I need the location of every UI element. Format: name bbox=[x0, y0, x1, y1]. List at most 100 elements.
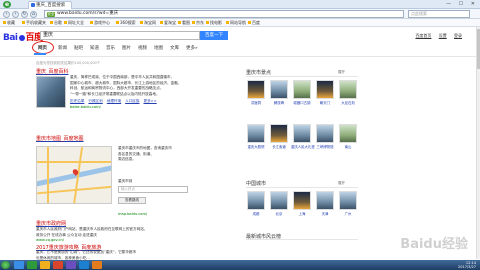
attraction-label: 天津 bbox=[321, 212, 329, 216]
attraction-image bbox=[339, 124, 357, 143]
result-title[interactable]: 重庆市政府网 bbox=[36, 220, 66, 227]
attraction-card[interactable]: 长江索道 bbox=[268, 124, 290, 149]
attraction-label: 磁器口古镇 bbox=[293, 101, 311, 105]
secure-badge: 安全 bbox=[47, 12, 55, 17]
destination-input[interactable]: 输入终点 bbox=[118, 186, 188, 193]
bookmark-item[interactable]: 百度 bbox=[248, 20, 260, 26]
route-button[interactable]: 查看路线 bbox=[118, 197, 146, 204]
bookmark-item[interactable]: 看图 bbox=[178, 20, 190, 26]
bookmark-item[interactable]: 网址大全 bbox=[64, 20, 84, 26]
sublink[interactable]: 地理环境 bbox=[107, 99, 121, 103]
attraction-card[interactable]: 成都 bbox=[245, 191, 267, 216]
tab-1[interactable]: 新闻 bbox=[58, 45, 67, 51]
sublink[interactable]: 历史沿革 bbox=[70, 99, 84, 103]
forward-button[interactable]: › bbox=[12, 11, 19, 18]
taskbar-app-icon[interactable] bbox=[79, 261, 89, 269]
url-text: www.baidu.com/s?wd=重庆 bbox=[57, 11, 119, 16]
attraction-image bbox=[270, 191, 288, 210]
attraction-card[interactable]: 洪崖洞 bbox=[245, 80, 267, 105]
tab-7[interactable]: 地图 bbox=[154, 45, 163, 51]
bookmark-item[interactable]: 爱淘宝 bbox=[160, 20, 176, 26]
attraction-label: 解放碑 bbox=[273, 101, 285, 105]
attraction-card[interactable]: 三峡博物馆 bbox=[314, 124, 336, 149]
sublink[interactable]: 行政区划 bbox=[88, 99, 102, 103]
start-button-icon[interactable] bbox=[1, 261, 10, 269]
bookmark-item[interactable]: 收藏 bbox=[3, 20, 15, 26]
result-thumbnail[interactable] bbox=[36, 76, 66, 108]
header-link-settings[interactable]: 设置 bbox=[439, 33, 447, 38]
attraction-label: 长江索道 bbox=[272, 145, 286, 149]
baidu-favicon-icon bbox=[31, 3, 35, 7]
bookmark-item[interactable]: 淘宝网 bbox=[140, 20, 156, 26]
tab-9[interactable]: 更多» bbox=[186, 45, 198, 51]
bookmark-item[interactable]: 游戏中心 bbox=[90, 20, 110, 26]
header-link-home[interactable]: 百度首页 bbox=[415, 33, 431, 38]
attraction-card[interactable]: 朝天门 bbox=[314, 80, 336, 105]
taskbar-app-icon[interactable] bbox=[27, 261, 37, 269]
attraction-card[interactable]: 解放碑 bbox=[268, 80, 290, 105]
attraction-label: 大足石刻 bbox=[341, 101, 355, 105]
home-button[interactable]: ⌂ bbox=[30, 11, 37, 18]
bookmark-item[interactable]: 找电影 bbox=[206, 20, 222, 26]
window-controls[interactable]: — ☐ ✕ bbox=[446, 1, 478, 7]
bookmark-item[interactable]: 360搜索 bbox=[116, 20, 136, 26]
attraction-image bbox=[316, 124, 334, 143]
attraction-card[interactable]: 重庆人民大礼堂 bbox=[291, 124, 315, 149]
attraction-card[interactable]: 北京 bbox=[268, 191, 290, 216]
refresh-button[interactable]: ↻ bbox=[21, 11, 28, 18]
attraction-card[interactable]: 重庆大剧院 bbox=[245, 124, 267, 149]
attraction-card[interactable]: 广州 bbox=[337, 191, 359, 216]
attraction-label: 三峡博物馆 bbox=[316, 145, 334, 149]
tab-2[interactable]: 贴吧 bbox=[74, 45, 83, 51]
search-input[interactable]: 重庆 bbox=[40, 31, 200, 40]
attraction-card[interactable]: 南山 bbox=[337, 124, 359, 149]
attraction-image bbox=[339, 191, 357, 210]
taskbar-app-icon[interactable] bbox=[14, 261, 24, 269]
attraction-card[interactable]: 天津 bbox=[314, 191, 336, 216]
watermark: Baidu经验 bbox=[400, 237, 468, 252]
tab-6[interactable]: 视频 bbox=[138, 45, 147, 51]
attraction-label: 广州 bbox=[344, 212, 352, 216]
panel-title: 重庆市景点 bbox=[246, 70, 272, 76]
search-button[interactable]: 百度一下 bbox=[200, 31, 228, 40]
url-input[interactable]: 安全 www.baidu.com/s?wd=重庆 bbox=[44, 10, 404, 18]
attraction-image bbox=[339, 80, 357, 99]
bookmark-item[interactable]: 网站导航 bbox=[226, 20, 246, 26]
taskbar-app-icon[interactable] bbox=[40, 261, 50, 269]
sublink[interactable]: 更多>> bbox=[144, 99, 157, 103]
result-snippet: 重庆，简称巴或渝，位于中国西南部，是中华人民共和国直辖市、 国家中心城市、超大城… bbox=[70, 75, 182, 96]
attraction-card[interactable]: 上海 bbox=[291, 191, 313, 216]
sublink[interactable]: 人口民族 bbox=[125, 99, 139, 103]
browser-search-box[interactable]: 点此搜索 bbox=[408, 10, 470, 18]
attraction-label: 成都 bbox=[252, 212, 260, 216]
result-title[interactable]: 重庆市地图_百度地图 bbox=[36, 135, 84, 142]
panel-expand-link[interactable]: 展开 bbox=[338, 181, 345, 186]
page-scrollbar[interactable] bbox=[476, 27, 480, 259]
bookmark-item[interactable]: 京东 bbox=[192, 20, 204, 26]
tab-8[interactable]: 文库 bbox=[170, 45, 179, 51]
panel-divider bbox=[246, 187, 358, 188]
attraction-image bbox=[293, 191, 311, 210]
taskbar-app-icon[interactable] bbox=[53, 261, 63, 269]
browser-tab[interactable]: 重庆_百度搜索 bbox=[28, 1, 72, 9]
tab-3[interactable]: 知道 bbox=[90, 45, 99, 51]
result-url: map.baidu.com/ bbox=[118, 212, 148, 216]
tab-4[interactable]: 音乐 bbox=[106, 45, 115, 51]
result-count: 百度为您找到相关结果约100,000,000个 bbox=[36, 61, 101, 65]
panel-expand-link[interactable]: 展开 bbox=[338, 70, 345, 75]
tab-5[interactable]: 图片 bbox=[122, 45, 131, 51]
attraction-card[interactable]: 大足石刻 bbox=[337, 80, 359, 105]
browser-logo-icon[interactable]: e bbox=[3, 1, 11, 8]
active-tab-underline bbox=[34, 53, 46, 55]
bookmark-item[interactable]: 谷歌 bbox=[50, 20, 62, 26]
attraction-image bbox=[293, 80, 311, 99]
result-title[interactable]: 重庆_百度百科 bbox=[36, 68, 69, 75]
system-clock[interactable]: 12:14 2017/3/27 bbox=[458, 261, 476, 269]
attraction-card[interactable]: 磁器口古镇 bbox=[291, 80, 313, 105]
taskbar-app-icon[interactable] bbox=[66, 261, 76, 269]
map-thumbnail[interactable] bbox=[36, 146, 112, 204]
header-link-login[interactable]: 登录 bbox=[454, 33, 462, 38]
back-button[interactable]: ‹ bbox=[3, 11, 10, 18]
bookmark-item[interactable]: 手机收藏夹 bbox=[22, 20, 46, 26]
taskbar-app-icon[interactable] bbox=[92, 261, 102, 269]
